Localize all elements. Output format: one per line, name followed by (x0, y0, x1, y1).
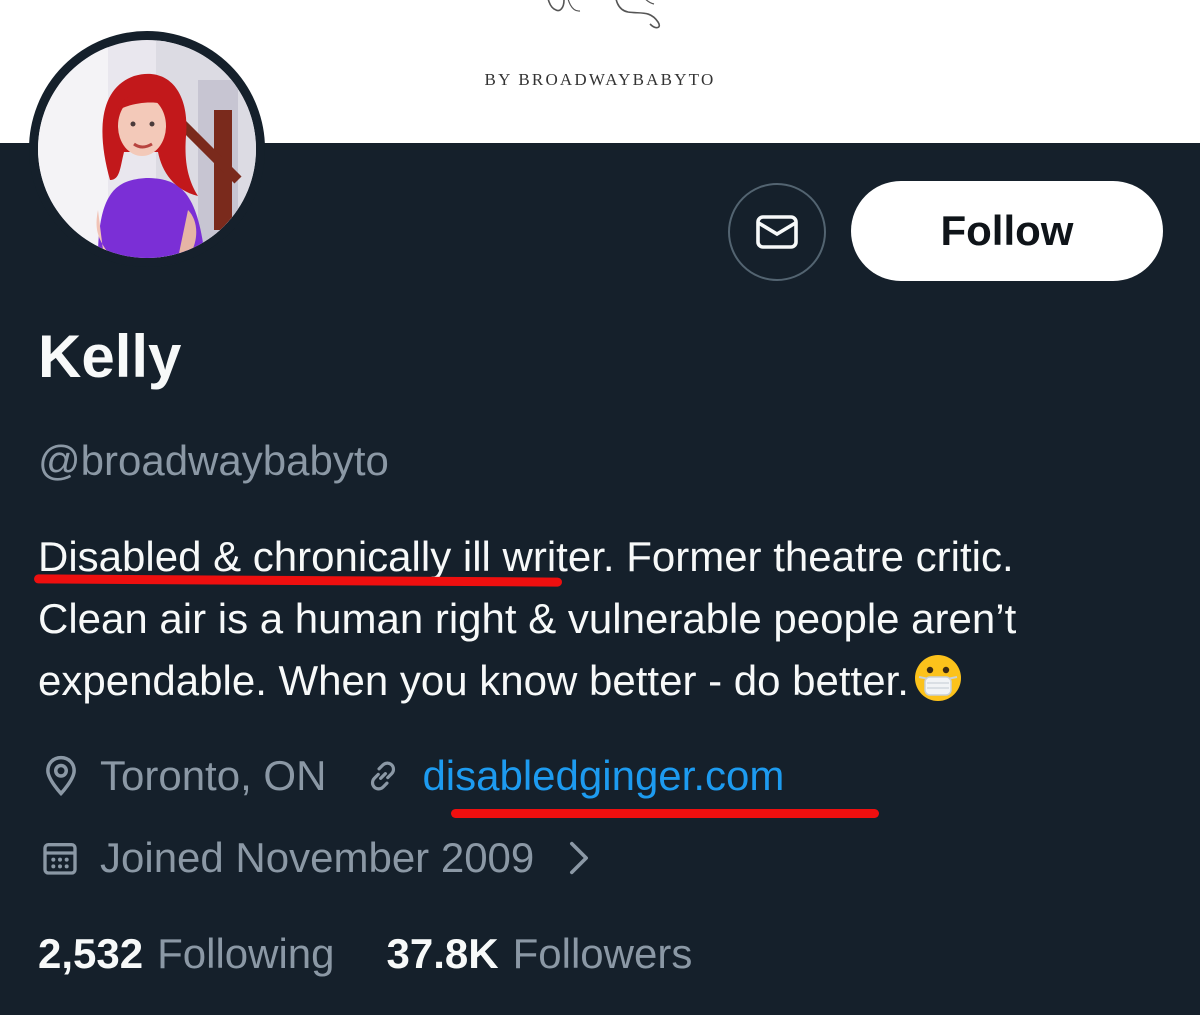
followers-stat[interactable]: 37.8K Followers (387, 930, 693, 978)
link-icon (364, 757, 402, 795)
annotation-underline-website (451, 809, 879, 818)
profile-joined-row[interactable]: Joined November 2009 (40, 834, 590, 882)
profile-stats: 2,532 Following 37.8K Followers (38, 930, 692, 978)
follow-button[interactable]: Follow (851, 181, 1163, 281)
followers-count: 37.8K (386, 930, 499, 977)
envelope-icon (756, 215, 798, 249)
following-label: Following (157, 930, 335, 977)
avatar-photo (38, 40, 256, 258)
display-name: Kelly (38, 323, 182, 390)
profile-bio: Disabled & chronically ill writer. Forme… (38, 526, 1188, 712)
calendar-icon (40, 838, 80, 878)
user-handle: @broadwaybabyto (38, 437, 389, 484)
profile-website-link[interactable]: disabledginger.com (422, 752, 784, 800)
profile-joined-date: Joined November 2009 (100, 834, 535, 881)
chevron-right-icon[interactable] (568, 840, 590, 876)
profile-avatar[interactable] (29, 31, 265, 267)
followers-label: Followers (512, 930, 693, 977)
profile-location: Toronto, ON (100, 752, 327, 799)
banner-illustration (547, 0, 661, 29)
location-pin-icon (40, 753, 82, 799)
profile-meta-row: Toronto, ON disabledginger.com (40, 752, 784, 800)
profile-page: BY BROADWAYBABYTO Follow Kelly @broadway… (0, 0, 1200, 1015)
message-button[interactable] (728, 183, 826, 281)
medical-mask-emoji-icon (913, 653, 963, 720)
following-count: 2,532 (38, 930, 144, 977)
bio-line-3: expendable. When you know better - do be… (38, 657, 909, 704)
bio-line-2: Clean air is a human right & vulnerable … (38, 595, 1017, 642)
following-stat[interactable]: 2,532 Following (38, 930, 335, 978)
